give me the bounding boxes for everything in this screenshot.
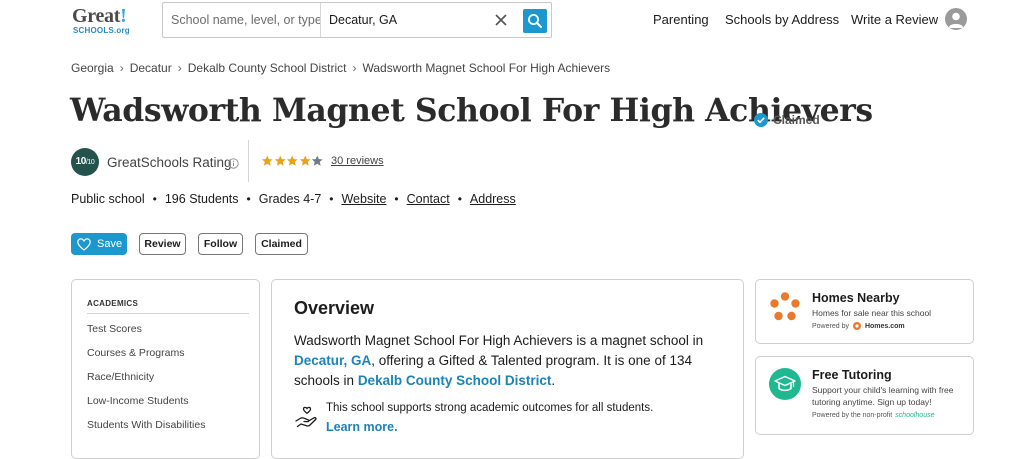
homes-powered-by: Powered by Homes.com bbox=[812, 321, 905, 331]
meta-separator: • bbox=[246, 192, 251, 206]
breadcrumb-decatur[interactable]: Decatur bbox=[130, 61, 172, 75]
header: Great! SCHOOLS.org Parenting Schools by … bbox=[0, 0, 1024, 46]
clear-icon[interactable] bbox=[493, 12, 509, 28]
overview-text: Wadsworth Magnet School For High Achieve… bbox=[294, 331, 714, 391]
rating-scale: /10 bbox=[85, 159, 95, 166]
nav-schools-by-address[interactable]: Schools by Address bbox=[725, 12, 839, 27]
learn-more-link[interactable]: Learn more. bbox=[326, 420, 398, 434]
homes-icon bbox=[769, 291, 801, 323]
city-link[interactable]: Decatur, GA bbox=[294, 353, 371, 368]
powered-by-label: Powered by the non-profit bbox=[812, 412, 893, 419]
page-title: Wadsworth Magnet School For High Achieve… bbox=[70, 92, 873, 129]
greatschools-rating-label: GreatSchools Rating bbox=[107, 155, 232, 170]
meta-separator: • bbox=[457, 192, 462, 206]
breadcrumb-separator: › bbox=[177, 61, 182, 75]
grade-range: Grades 4-7 bbox=[258, 192, 322, 206]
location-input[interactable] bbox=[321, 3, 471, 37]
overview-card: Overview Wadsworth Magnet School For Hig… bbox=[271, 279, 744, 459]
homes-logo-icon bbox=[852, 322, 861, 330]
school-meta: Public school • 196 Students • Grades 4-… bbox=[71, 192, 516, 206]
school-type: Public school bbox=[71, 192, 145, 206]
sidebar-item-courses-programs[interactable]: Courses & Programs bbox=[87, 347, 184, 359]
powered-by-label: Powered by bbox=[812, 322, 849, 330]
search-bar bbox=[162, 2, 552, 38]
partner-name: Homes.com bbox=[864, 322, 905, 330]
hand-heart-icon bbox=[294, 404, 320, 430]
logo-text: Great bbox=[72, 5, 121, 27]
rating-badge[interactable]: 10/10 bbox=[71, 148, 99, 176]
homes-subtitle: Homes for sale near this school bbox=[812, 308, 932, 318]
star-empty-icon bbox=[311, 155, 323, 166]
overview-text-part: Wadsworth Magnet School For High Achieve… bbox=[294, 333, 704, 348]
greatschools-logo[interactable]: Great! SCHOOLS.org bbox=[72, 5, 142, 35]
claimed-check-icon bbox=[754, 113, 768, 127]
save-button[interactable]: Save bbox=[71, 233, 127, 255]
overview-text-part: . bbox=[551, 373, 556, 388]
star-filled-icon bbox=[261, 155, 273, 166]
sidebar-heading: ACADEMICS bbox=[87, 299, 139, 308]
meta-separator: • bbox=[152, 192, 157, 206]
contact-link[interactable]: Contact bbox=[407, 192, 450, 206]
review-button[interactable]: Review bbox=[139, 233, 186, 255]
breadcrumb: Georgia › Decatur › Dekalb County School… bbox=[71, 61, 610, 75]
breadcrumb-district[interactable]: Dekalb County School District bbox=[188, 61, 347, 75]
schoolhouse-logo: schoolhouse bbox=[895, 412, 935, 419]
sidebar-item-disabilities[interactable]: Students With Disabilities bbox=[87, 419, 205, 431]
free-tutoring-card[interactable]: Free Tutoring Support your child's learn… bbox=[755, 356, 974, 435]
homes-nearby-card[interactable]: Homes Nearby Homes for sale near this sc… bbox=[755, 279, 974, 344]
sidebar-item-low-income[interactable]: Low-Income Students bbox=[87, 395, 189, 407]
search-button[interactable] bbox=[523, 9, 547, 33]
breadcrumb-separator: › bbox=[352, 61, 357, 75]
save-label: Save bbox=[97, 238, 123, 250]
school-search-input[interactable] bbox=[163, 3, 321, 37]
breadcrumb-separator: › bbox=[119, 61, 124, 75]
graduation-cap-icon bbox=[769, 368, 801, 400]
tutoring-powered-by: Powered by the non-profit schoolhouse bbox=[812, 412, 934, 419]
star-filled-icon bbox=[274, 155, 286, 166]
student-count: 196 Students bbox=[164, 192, 239, 206]
tutoring-subtitle: Support your child's learning with free … bbox=[812, 385, 954, 407]
search-icon bbox=[528, 14, 542, 28]
rating-value: 10 bbox=[75, 156, 87, 167]
nav-parenting[interactable]: Parenting bbox=[653, 12, 709, 27]
logo-bang: ! bbox=[120, 5, 127, 27]
logo-subtext: SCHOOLS.org bbox=[73, 26, 130, 35]
rating-divider bbox=[248, 140, 249, 182]
sidebar-item-race-ethnicity[interactable]: Race/Ethnicity bbox=[87, 371, 154, 383]
nav-write-a-review[interactable]: Write a Review bbox=[851, 12, 938, 27]
sidebar-divider bbox=[87, 313, 249, 314]
heart-icon bbox=[77, 237, 91, 251]
support-statement: This school supports strong academic out… bbox=[326, 402, 654, 414]
claimed-button[interactable]: Claimed bbox=[255, 233, 308, 255]
tutoring-title: Free Tutoring bbox=[812, 368, 892, 382]
overview-title: Overview bbox=[294, 298, 375, 318]
sidebar-item-test-scores[interactable]: Test Scores bbox=[87, 323, 142, 335]
address-link[interactable]: Address bbox=[470, 192, 516, 206]
follow-button[interactable]: Follow bbox=[198, 233, 243, 255]
academics-sidebar: ACADEMICS Test Scores Courses & Programs… bbox=[71, 279, 260, 459]
info-icon[interactable] bbox=[228, 156, 239, 169]
meta-separator: • bbox=[394, 192, 399, 206]
meta-separator: • bbox=[329, 192, 334, 206]
breadcrumb-georgia[interactable]: Georgia bbox=[71, 61, 114, 75]
user-avatar-icon[interactable] bbox=[945, 8, 967, 30]
star-filled-icon bbox=[286, 155, 298, 166]
breadcrumb-current: Wadsworth Magnet School For High Achieve… bbox=[362, 61, 611, 75]
claimed-label: Claimed bbox=[773, 113, 820, 127]
website-link[interactable]: Website bbox=[341, 192, 386, 206]
district-link[interactable]: Dekalb County School District bbox=[358, 373, 552, 388]
star-rating[interactable] bbox=[261, 155, 324, 167]
star-filled-icon bbox=[299, 155, 311, 166]
homes-title: Homes Nearby bbox=[812, 291, 900, 305]
reviews-link[interactable]: 30 reviews bbox=[331, 155, 384, 167]
